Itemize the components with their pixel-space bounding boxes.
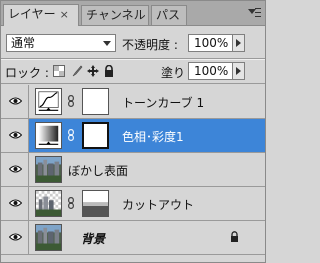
layer-row[interactable]: 背景: [1, 221, 265, 255]
lock-label: ロック :: [5, 66, 49, 80]
visibility-toggle[interactable]: [1, 187, 29, 220]
tab-channels[interactable]: チャンネル: [81, 5, 149, 25]
fill-slider-button[interactable]: [232, 62, 245, 80]
link-chain-icon[interactable]: [68, 95, 74, 107]
lock-icon: [231, 231, 238, 242]
lock-brush-icon[interactable]: [71, 65, 83, 77]
opacity-slider-button[interactable]: [232, 34, 245, 52]
visibility-toggle[interactable]: [1, 153, 29, 186]
fill-input[interactable]: 100%: [188, 62, 233, 80]
link-chain-icon[interactable]: [68, 197, 74, 209]
layer-mask-thumbnail[interactable]: [82, 122, 109, 149]
visibility-toggle[interactable]: [1, 119, 29, 152]
layer-name: 背景: [81, 232, 106, 246]
opacity-value: 100%: [194, 36, 229, 50]
chevron-down-icon: [103, 41, 111, 46]
tab-paths-label: パス: [156, 8, 181, 22]
background-image-thumbnail: [35, 224, 62, 251]
blend-mode-select[interactable]: 通常: [6, 34, 116, 52]
tab-close-icon[interactable]: ×: [60, 8, 69, 21]
layer-row[interactable]: カットアウト: [1, 187, 265, 221]
tab-layers-label: レイヤー: [8, 7, 56, 21]
layer-mask-thumbnail[interactable]: [82, 190, 109, 217]
city-image-thumbnail: [35, 156, 62, 183]
tab-channels-label: チャンネル: [86, 8, 146, 22]
fill-value: 100%: [194, 64, 229, 78]
eye-icon: [9, 199, 22, 207]
layer-name: 色相･彩度1: [122, 130, 184, 144]
visibility-toggle[interactable]: [1, 221, 29, 254]
layer-name: カットアウト: [122, 198, 195, 212]
link-chain-icon[interactable]: [68, 129, 74, 141]
panel-menu-icon[interactable]: [246, 5, 262, 19]
opacity-label: 不透明度 :: [122, 38, 178, 52]
curves-adjustment-icon: [35, 88, 62, 115]
lock-all-icon[interactable]: [103, 65, 115, 77]
layers-panel: レイヤー × チャンネル パス 通常 不透明度 : 100% ロック : 塗り :…: [0, 0, 266, 263]
layer-mask-thumbnail[interactable]: [82, 88, 109, 115]
eye-icon: [9, 165, 22, 173]
eye-icon: [9, 131, 22, 139]
checkerboard-image-thumbnail: [35, 190, 62, 217]
visibility-toggle[interactable]: [1, 85, 29, 118]
lock-move-icon[interactable]: [87, 65, 99, 77]
layer-row[interactable]: ぼかし表面: [1, 153, 265, 187]
layer-row-selected[interactable]: 色相･彩度1: [1, 119, 265, 153]
tab-layers[interactable]: レイヤー ×: [3, 4, 79, 26]
layer-name: ぼかし表面: [68, 164, 129, 178]
layer-name: トーンカーブ 1: [122, 96, 205, 110]
lock-transparent-icon[interactable]: [53, 65, 65, 77]
eye-icon: [9, 97, 22, 105]
layers-list: トーンカーブ 1 色相･彩度1 ぼかし表面 カットアウト 背景: [1, 85, 265, 262]
blend-mode-value: 通常: [11, 36, 36, 50]
opacity-input[interactable]: 100%: [188, 34, 233, 52]
tab-paths[interactable]: パス: [151, 5, 187, 25]
eye-icon: [9, 233, 22, 241]
hue-saturation-adjustment-icon: [35, 122, 62, 149]
layer-row[interactable]: トーンカーブ 1: [1, 85, 265, 119]
panel-tabs: レイヤー × チャンネル パス: [1, 1, 265, 26]
